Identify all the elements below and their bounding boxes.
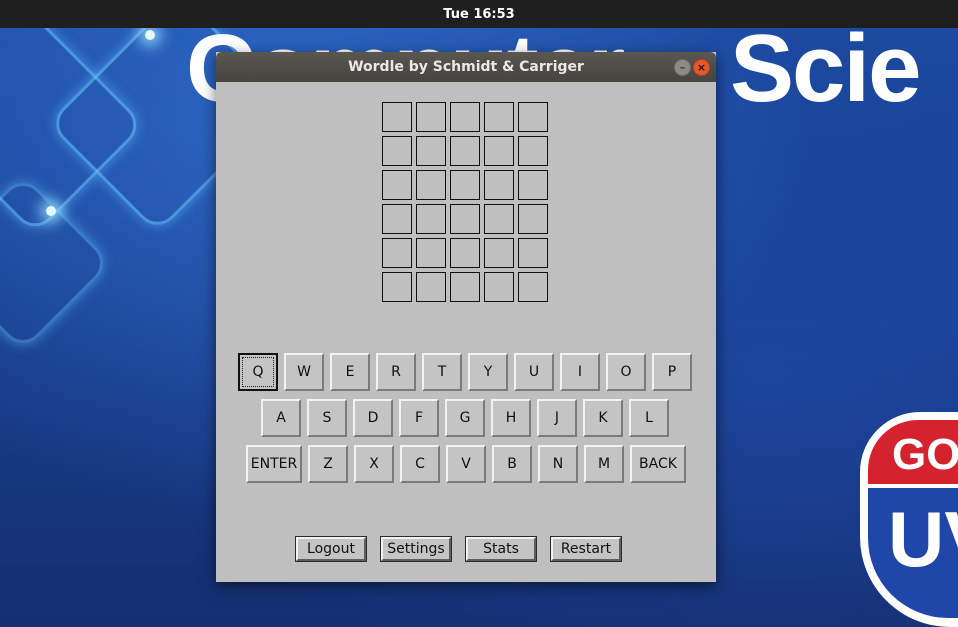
letter-cell: [518, 272, 548, 302]
restart-button[interactable]: Restart: [550, 536, 622, 562]
logo-text-top: GO: [892, 430, 958, 479]
guess-grid: [382, 102, 548, 302]
glow-dot: [46, 206, 56, 216]
clock[interactable]: Tue 16:53: [443, 7, 514, 22]
key-l[interactable]: L: [629, 399, 669, 437]
letter-cell: [518, 102, 548, 132]
key-o[interactable]: O: [606, 353, 646, 391]
letter-cell: [484, 170, 514, 200]
letter-cell: [484, 272, 514, 302]
logo-text-bottom: UV: [888, 495, 958, 583]
window-title: Wordle by Schmidt & Carriger: [348, 59, 584, 75]
letter-cell: [518, 204, 548, 234]
letter-cell: [450, 136, 480, 166]
letter-cell: [416, 102, 446, 132]
letter-cell: [450, 272, 480, 302]
key-u[interactable]: U: [514, 353, 554, 391]
key-v[interactable]: V: [446, 445, 486, 483]
letter-cell: [416, 238, 446, 268]
key-back[interactable]: BACK: [630, 445, 686, 483]
key-k[interactable]: K: [583, 399, 623, 437]
key-enter[interactable]: ENTER: [246, 445, 302, 483]
letter-cell: [484, 102, 514, 132]
key-s[interactable]: S: [307, 399, 347, 437]
key-w[interactable]: W: [284, 353, 324, 391]
minimize-icon[interactable]: –: [674, 59, 691, 76]
key-c[interactable]: C: [400, 445, 440, 483]
letter-cell: [382, 238, 412, 268]
key-h[interactable]: H: [491, 399, 531, 437]
letter-cell: [382, 170, 412, 200]
letter-cell: [450, 204, 480, 234]
key-e[interactable]: E: [330, 353, 370, 391]
key-f[interactable]: F: [399, 399, 439, 437]
key-q[interactable]: Q: [238, 353, 278, 391]
glow-dot: [145, 30, 155, 40]
letter-cell: [484, 136, 514, 166]
key-p[interactable]: P: [652, 353, 692, 391]
key-t[interactable]: T: [422, 353, 462, 391]
letter-cell: [450, 102, 480, 132]
letter-cell: [416, 136, 446, 166]
letter-cell: [450, 170, 480, 200]
settings-button[interactable]: Settings: [380, 536, 452, 562]
key-j[interactable]: J: [537, 399, 577, 437]
letter-cell: [450, 238, 480, 268]
wordle-window: Wordle by Schmidt & Carriger – × QWERTYU…: [216, 52, 716, 582]
key-y[interactable]: Y: [468, 353, 508, 391]
letter-cell: [416, 272, 446, 302]
letter-cell: [382, 204, 412, 234]
letter-cell: [416, 170, 446, 200]
letter-cell: [518, 170, 548, 200]
key-z[interactable]: Z: [308, 445, 348, 483]
key-m[interactable]: M: [584, 445, 624, 483]
key-r[interactable]: R: [376, 353, 416, 391]
key-g[interactable]: G: [445, 399, 485, 437]
key-a[interactable]: A: [261, 399, 301, 437]
letter-cell: [484, 204, 514, 234]
close-icon[interactable]: ×: [693, 59, 710, 76]
letter-cell: [382, 272, 412, 302]
key-n[interactable]: N: [538, 445, 578, 483]
wallpaper-title-right: Scie: [730, 15, 921, 122]
key-b[interactable]: B: [492, 445, 532, 483]
window-titlebar[interactable]: Wordle by Schmidt & Carriger – ×: [216, 52, 716, 82]
letter-cell: [382, 102, 412, 132]
top-panel: Tue 16:53: [0, 0, 958, 28]
letter-cell: [518, 136, 548, 166]
key-i[interactable]: I: [560, 353, 600, 391]
stats-button[interactable]: Stats: [465, 536, 537, 562]
letter-cell: [484, 238, 514, 268]
key-x[interactable]: X: [354, 445, 394, 483]
logout-button[interactable]: Logout: [295, 536, 367, 562]
letter-cell: [416, 204, 446, 234]
key-d[interactable]: D: [353, 399, 393, 437]
letter-cell: [518, 238, 548, 268]
letter-cell: [382, 136, 412, 166]
